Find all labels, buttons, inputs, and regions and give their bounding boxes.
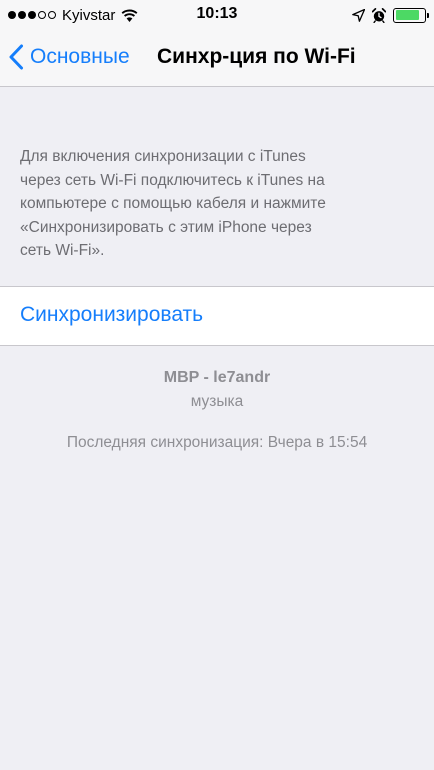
instructions-line: Для включения синхронизации с iTunes	[20, 148, 306, 165]
battery-level-fill	[395, 10, 420, 20]
back-button-label: Основные	[30, 45, 130, 68]
battery-icon	[393, 7, 429, 23]
instructions-text: Для включения синхронизации с iTunes чер…	[20, 145, 420, 263]
location-arrow-icon	[352, 8, 365, 22]
alarm-clock-icon	[372, 7, 386, 23]
navigation-bar: Основные Синхр-ция по Wi-Fi	[0, 30, 434, 87]
instructions-line: через сеть Wi-Fi подключитесь к iTunes н…	[20, 171, 325, 189]
sync-button-label: Синхронизировать	[20, 303, 204, 326]
sync-content-type: музыка	[190, 393, 244, 410]
back-button[interactable]: Основные	[8, 42, 130, 72]
chevron-left-icon	[9, 44, 23, 70]
page-title: Синхр-ция по Wi-Fi	[157, 45, 356, 68]
instructions-line: «Синхронизировать с этим iPhone через	[20, 218, 312, 236]
status-bar-right	[352, 6, 429, 24]
sync-button[interactable]: Синхронизировать	[0, 286, 434, 346]
instructions-line: сеть Wi-Fi».	[20, 242, 105, 259]
instructions-line: компьютере с помощью кабеля и нажмите	[20, 195, 326, 212]
device-name: MBP - le7andr	[163, 369, 271, 386]
status-bar: Kyivstar 10:13	[0, 0, 434, 30]
wifi-sync-screen: Kyivstar 10:13 Основные Синхр-ция по Wi-…	[0, 0, 434, 770]
last-sync-status: Последняя синхронизация: Вчера в 15:54	[66, 434, 368, 451]
